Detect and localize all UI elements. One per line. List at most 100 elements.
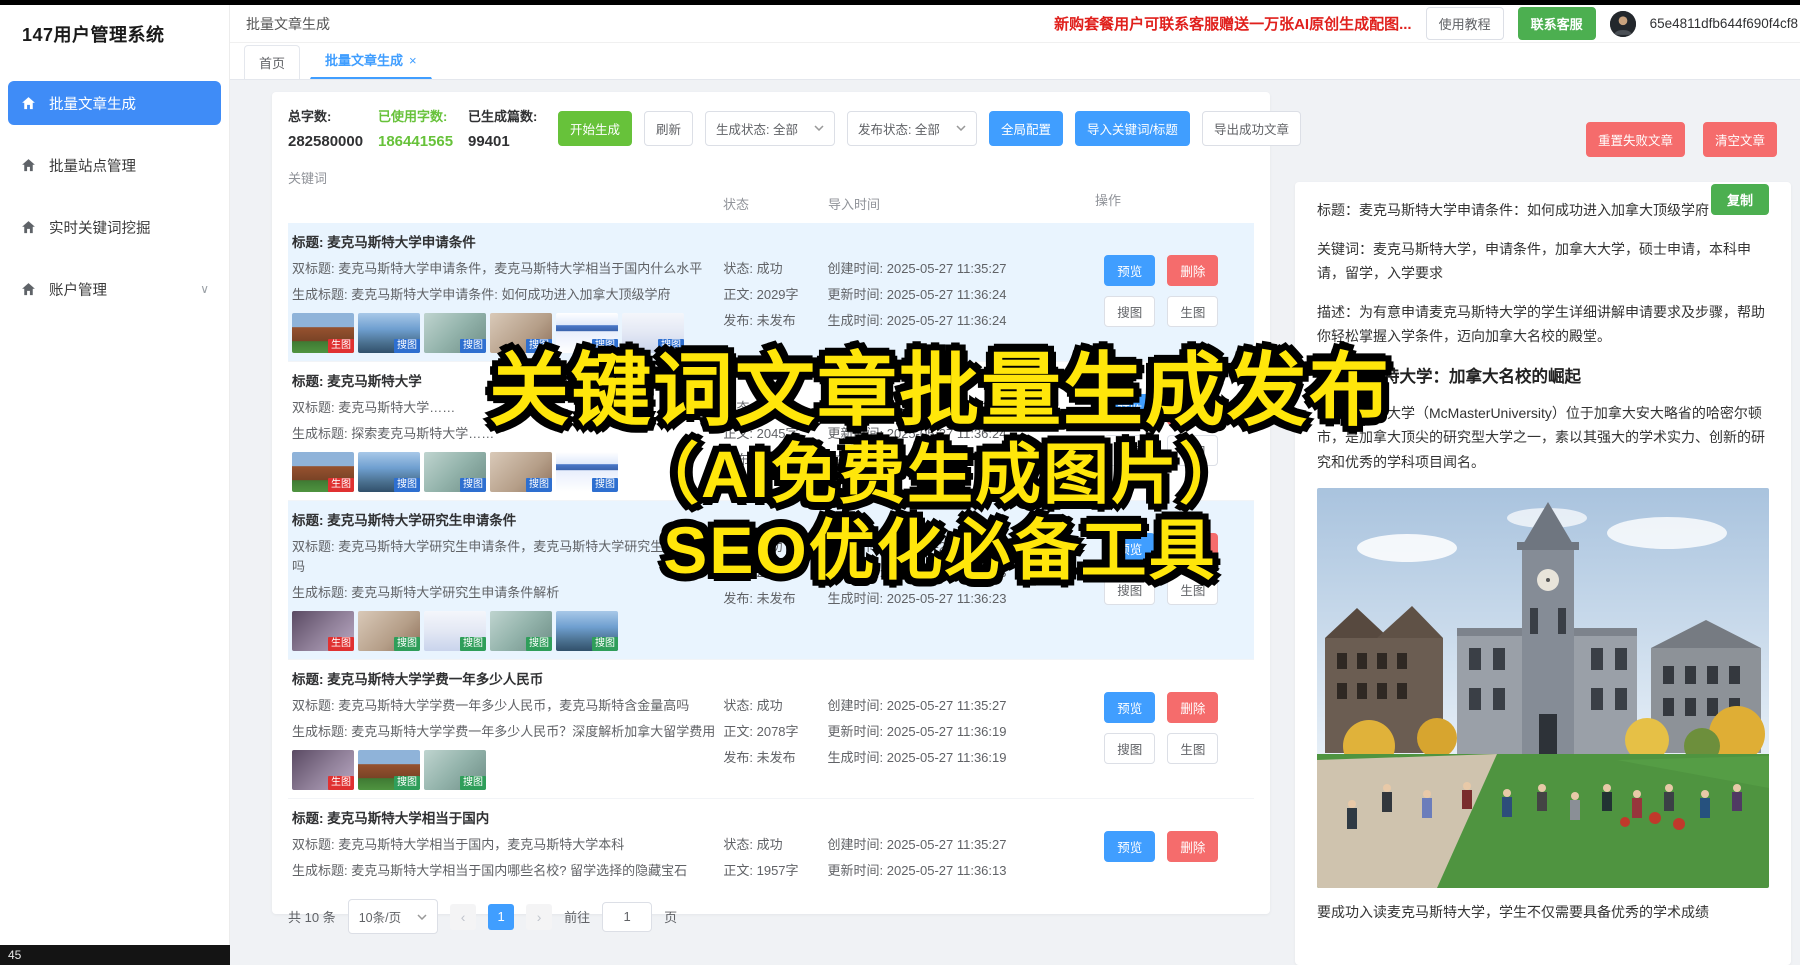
home-icon xyxy=(20,281,37,298)
thumb-badge: 搜图 xyxy=(592,339,618,353)
publish-status-select[interactable]: 发布状态: 全部 xyxy=(847,111,977,146)
contact-support-button[interactable]: 联系客服 xyxy=(1518,7,1596,40)
goto-page-input[interactable] xyxy=(602,902,652,932)
stat-label: 已使用字数: xyxy=(378,106,456,125)
article-thumbnail[interactable]: 搜图 xyxy=(424,750,486,790)
table-row[interactable]: 标题: 麦克马斯特大学相当于国内 双标题: 麦克马斯特大学相当于国内，麦克马斯特… xyxy=(288,799,1254,885)
article-thumbnail[interactable]: 搜图 xyxy=(424,313,486,353)
global-config-button[interactable]: 全局配置 xyxy=(989,111,1063,146)
delete-button[interactable]: 删除 xyxy=(1167,533,1218,564)
article-thumbnail[interactable]: 生图 xyxy=(292,750,354,790)
sidebar-item-keyword-mining[interactable]: 实时关键词挖掘 xyxy=(8,205,221,249)
search-image-button[interactable]: 搜图 xyxy=(1104,733,1155,764)
table-row[interactable]: 标题: 麦克马斯特大学研究生申请条件 双标题: 麦克马斯特大学研究生申请条件，麦… xyxy=(288,501,1254,660)
article-thumbnail[interactable]: 搜图 xyxy=(556,452,618,492)
word-count: 正文: 2060字 xyxy=(723,563,827,589)
chevron-down-icon xyxy=(814,125,824,131)
delete-button[interactable]: 删除 xyxy=(1167,692,1218,723)
delete-button[interactable]: 删除 xyxy=(1167,831,1218,862)
thumb-badge: 搜图 xyxy=(658,339,684,353)
publish-status: 发布: 未发布 xyxy=(723,450,827,476)
keyword-cell: 标题: 麦克马斯特大学申请条件 双标题: 麦克马斯特大学申请条件，麦克马斯特大学… xyxy=(292,233,723,353)
article-thumbnail[interactable]: 搜图 xyxy=(358,313,420,353)
table-row[interactable]: 标题: 麦克马斯特大学申请条件 双标题: 麦克马斯特大学申请条件，麦克马斯特大学… xyxy=(288,223,1254,362)
page-size-select[interactable]: 10条/页 xyxy=(348,899,438,934)
stat-label: 总字数: xyxy=(288,106,366,125)
preview-button[interactable]: 预览 xyxy=(1104,533,1155,564)
article-thumbnail[interactable]: 生图 xyxy=(292,452,354,492)
campus-photo xyxy=(1317,488,1769,888)
article-thumbnail[interactable]: 搜图 xyxy=(622,313,684,353)
article-thumbnail[interactable]: 搜图 xyxy=(424,611,486,651)
article-thumbnail[interactable]: 搜图 xyxy=(358,611,420,651)
search-image-button[interactable]: 搜图 xyxy=(1104,296,1155,327)
clear-articles-button[interactable]: 清空文章 xyxy=(1703,122,1777,157)
search-image-button[interactable]: 搜图 xyxy=(1104,574,1155,605)
prev-page-button[interactable]: ‹ xyxy=(450,904,476,930)
article-thumbnail[interactable]: 搜图 xyxy=(358,452,420,492)
preview-button[interactable]: 预览 xyxy=(1104,394,1155,425)
col-header-actions: 操作 xyxy=(1095,168,1254,213)
article-thumbnail[interactable]: 搜图 xyxy=(424,452,486,492)
keyword-cell: 标题: 麦克马斯特大学学费一年多少人民币 双标题: 麦克马斯特大学学费一年多少人… xyxy=(292,670,723,790)
article-thumbnail[interactable]: 搜图 xyxy=(490,313,552,353)
article-list-card: 总字数: 282580000 已使用字数: 186441565 已生成篇数: 9… xyxy=(272,92,1270,914)
sidebar-item-account[interactable]: 账户管理 ∨ xyxy=(8,267,221,311)
generate-status-select[interactable]: 生成状态: 全部 xyxy=(705,111,835,146)
avatar[interactable] xyxy=(1610,11,1636,37)
tab-batch-article[interactable]: 批量文章生成× xyxy=(310,42,432,79)
preview-button[interactable]: 预览 xyxy=(1104,692,1155,723)
table-header: 关键词 状态 导入时间 操作 xyxy=(288,168,1254,223)
reset-failed-button[interactable]: 重置失败文章 xyxy=(1586,122,1685,157)
article-thumbnail[interactable]: 搜图 xyxy=(556,313,618,353)
delete-button[interactable]: 删除 xyxy=(1167,394,1218,425)
table-row[interactable]: 标题: 麦克马斯特大学学费一年多少人民币 双标题: 麦克马斯特大学学费一年多少人… xyxy=(288,660,1254,799)
row-title: 标题: 麦克马斯特大学相当于国内 xyxy=(292,809,723,829)
delete-button[interactable]: 删除 xyxy=(1167,255,1218,286)
copy-button[interactable]: 复制 xyxy=(1711,184,1769,215)
generate-image-button[interactable]: 生图 xyxy=(1167,296,1218,327)
thumb-badge: 搜图 xyxy=(592,637,618,651)
app-title: 147用户管理系统 xyxy=(0,5,229,47)
preview-button[interactable]: 预览 xyxy=(1104,255,1155,286)
table-row[interactable]: 标题: 麦克马斯特大学 双标题: 麦克马斯特大学…… 生成标题: 探索麦克马斯特… xyxy=(288,362,1254,501)
thumb-badge: 搜图 xyxy=(394,637,420,651)
actions-cell: 预览删除 搜图生图 xyxy=(1092,372,1250,492)
import-keywords-button[interactable]: 导入关键词/标题 xyxy=(1075,111,1190,146)
article-thumbnail[interactable]: 搜图 xyxy=(556,611,618,651)
status-text: 状态: 成功 xyxy=(723,537,827,563)
promo-banner-text[interactable]: 新购套餐用户可联系客服赠送一万张AI原创生成配图... xyxy=(1054,13,1412,34)
pagination-total: 共 10 条 xyxy=(288,907,336,926)
generate-image-button[interactable]: 生图 xyxy=(1167,435,1218,466)
refresh-button[interactable]: 刷新 xyxy=(644,111,693,146)
preview-bottom-text: 要成功入读麦克马斯特大学，学生不仅需要具备优秀的学术成绩 xyxy=(1317,900,1769,925)
sidebar-item-batch-site[interactable]: 批量站点管理 xyxy=(8,143,221,187)
thumbnail-strip: 生图 搜图 搜图 搜图 搜图 xyxy=(292,611,723,651)
row-title: 标题: 麦克马斯特大学研究生申请条件 xyxy=(292,511,723,531)
start-generate-button[interactable]: 开始生成 xyxy=(558,111,632,146)
word-count: 正文: 2078字 xyxy=(723,722,827,748)
sidebar-item-batch-article[interactable]: 批量文章生成 xyxy=(8,81,221,125)
article-thumbnail[interactable]: 搜图 xyxy=(358,750,420,790)
tutorial-button[interactable]: 使用教程 xyxy=(1426,7,1504,40)
close-icon[interactable]: × xyxy=(409,53,417,68)
page-number[interactable]: 1 xyxy=(488,904,514,930)
generate-image-button[interactable]: 生图 xyxy=(1167,574,1218,605)
article-thumbnail[interactable]: 搜图 xyxy=(490,611,552,651)
next-page-button[interactable]: › xyxy=(526,904,552,930)
generate-image-button[interactable]: 生图 xyxy=(1167,733,1218,764)
search-image-button[interactable]: 搜图 xyxy=(1104,435,1155,466)
home-icon xyxy=(20,157,37,174)
danger-actions: 重置失败文章 清空文章 xyxy=(1586,122,1777,157)
article-thumbnail[interactable]: 生图 xyxy=(292,313,354,353)
time-cell: 创建时间: 2025-05-27 11:35:27 更新时间: 2025-05-… xyxy=(828,809,1093,885)
article-thumbnail[interactable]: 生图 xyxy=(292,611,354,651)
created-time: 创建时间: 2025-05-27 11:35:27 xyxy=(828,835,1093,861)
article-thumbnail[interactable]: 搜图 xyxy=(490,452,552,492)
preview-button[interactable]: 预览 xyxy=(1104,831,1155,862)
export-success-button[interactable]: 导出成功文章 xyxy=(1202,111,1301,146)
chevron-down-icon: ∨ xyxy=(200,282,209,296)
tab-home[interactable]: 首页 xyxy=(244,45,300,79)
generated-time: 生成时间: 2025-05-27 11:36:24 xyxy=(828,450,1093,476)
updated-time: 更新时间: 2025-05-27 11:36:19 xyxy=(828,722,1093,748)
